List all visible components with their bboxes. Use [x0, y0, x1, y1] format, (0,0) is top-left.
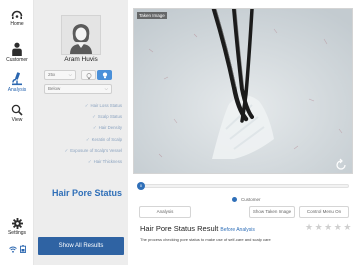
nav-item-settings[interactable]: Settings — [0, 218, 34, 236]
microscope-icon — [12, 72, 22, 86]
user-avatar-icon — [70, 24, 92, 54]
result-description: The process checking pore status to make… — [140, 237, 271, 242]
person-icon — [12, 42, 22, 56]
view-select[interactable]: Below ⌵ — [44, 84, 112, 94]
battery-icon — [19, 245, 26, 253]
avatar — [61, 15, 101, 55]
check-icon: ✓ — [85, 136, 90, 142]
light-mode-toggle[interactable] — [81, 70, 96, 80]
customer-radio[interactable]: Customer — [232, 197, 261, 203]
nav-label: Customer — [6, 57, 28, 63]
chevron-down-icon: ⌵ — [68, 72, 72, 77]
nav-label: View — [11, 117, 23, 123]
radio-selected-icon — [232, 197, 237, 203]
nav-rail: Home Customer Analysis View Settings — [0, 0, 34, 265]
slider-track[interactable] — [141, 184, 349, 188]
image-slider[interactable]: 0 — [137, 182, 349, 190]
star-icon: ★ — [305, 222, 315, 232]
scalp-photo — [134, 9, 352, 173]
slider-knob[interactable]: 0 — [137, 182, 145, 190]
system-status-icons — [0, 245, 34, 253]
status-item-keratin[interactable]: ✓ Keratin of Scalp — [34, 134, 124, 145]
status-item-hair-loss[interactable]: ✓ Hair Loss Status — [34, 100, 124, 111]
show-all-results-button[interactable]: Show All Results — [38, 237, 124, 255]
magnification-select[interactable]: 25x ⌵ — [44, 70, 76, 80]
analysis-button[interactable]: Analysis — [139, 206, 191, 218]
check-icon: ✓ — [84, 103, 89, 108]
result-subtitle: Before Analysis — [220, 227, 255, 233]
view-select-value: Below — [48, 86, 61, 91]
radio-label: Customer — [241, 197, 261, 202]
status-item-density[interactable]: ✓ Hair Density — [34, 122, 124, 133]
nav-label: Settings — [7, 230, 27, 236]
nav-item-view[interactable]: View — [0, 104, 34, 123]
control-menu-button[interactable]: Control Menu On — [299, 206, 349, 218]
light-mode-toggle-active[interactable] — [97, 70, 112, 80]
scalp-image: Taken Image — [133, 8, 353, 174]
gear-icon — [11, 218, 23, 229]
result-title-text: Hair Pore Status Result — [140, 224, 219, 233]
user-name: Aram Huvis — [64, 56, 98, 63]
status-item-scalp[interactable]: ✓ Scalp Status — [34, 111, 124, 122]
wifi-icon — [8, 246, 17, 253]
home-icon — [11, 10, 23, 19]
app-window: Home Customer Analysis View Settings Ara… — [0, 0, 356, 265]
show-taken-image-button[interactable]: Show Taken Image — [249, 206, 295, 218]
star-icon: ★ — [343, 222, 353, 232]
magnification-value: 25x — [48, 72, 56, 77]
magnify-icon — [11, 104, 23, 116]
check-icon: ✓ — [87, 158, 92, 164]
bulb-icon — [102, 72, 107, 79]
star-icon: ★ — [333, 222, 344, 232]
nav-label: Home — [10, 21, 24, 27]
section-title: Hair Pore Status — [51, 188, 122, 198]
star-icon: ★ — [314, 222, 325, 232]
bulb-outline-icon — [86, 73, 91, 80]
rating-stars: ★★★★★ — [305, 222, 353, 233]
result-title: Hair Pore Status Result Before Analysis — [140, 224, 255, 233]
image-tag: Taken Image — [137, 12, 167, 19]
nav-item-home[interactable]: Home — [0, 10, 34, 27]
status-item-thickness[interactable]: ✓ Hair Thickness — [34, 156, 124, 167]
customer-panel: Aram Huvis 25x ⌵ Below ⌵ ✓ Hair Loss Stat… — [34, 0, 128, 265]
nav-item-analysis[interactable]: Analysis — [0, 72, 34, 93]
check-icon: ✓ — [92, 125, 97, 131]
chevron-down-icon: ⌵ — [104, 86, 108, 91]
nav-label: Analysis — [7, 87, 27, 93]
status-item-vessel[interactable]: ✓ Exposure of Scalp's Vessel — [34, 145, 124, 156]
nav-item-customer[interactable]: Customer — [0, 42, 34, 63]
check-icon: ✓ — [92, 114, 96, 120]
check-icon: ✓ — [64, 147, 69, 153]
status-list: ✓ Hair Loss Status ✓ Scalp Status ✓ Hair De… — [34, 100, 124, 167]
star-icon: ★ — [324, 222, 334, 232]
